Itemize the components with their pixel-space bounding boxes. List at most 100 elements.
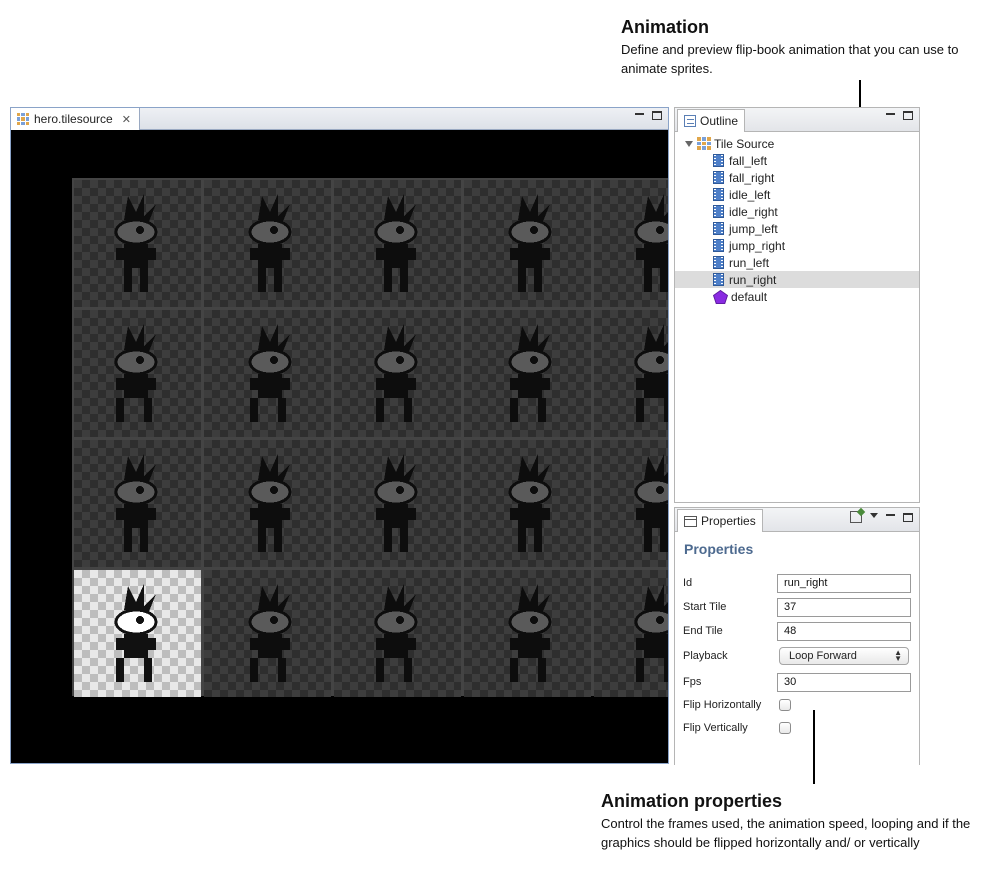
tree-item-jump-left[interactable]: jump_left <box>675 220 919 237</box>
hero-sprite-image <box>374 194 418 292</box>
tilesource-editor: hero.tilesource ✕ <box>10 107 669 764</box>
sprite-tile[interactable] <box>334 570 461 697</box>
tree-item-fall-left[interactable]: fall_left <box>675 152 919 169</box>
hero-sprite-image <box>374 324 418 422</box>
tree-item-label: Tile Source <box>714 136 775 151</box>
sprite-tile[interactable] <box>204 440 331 567</box>
sprite-tile[interactable] <box>594 440 668 567</box>
updown-arrows-icon: ▲ ▼ <box>894 648 902 663</box>
properties-tab-label: Properties <box>701 514 756 528</box>
hero-sprite-image <box>508 584 552 682</box>
tree-item-label: idle_left <box>729 187 771 202</box>
end-tile-field[interactable] <box>777 621 911 641</box>
sprite-tile[interactable] <box>334 440 461 567</box>
sprite-tile[interactable] <box>464 180 591 307</box>
tree-item-label: fall_right <box>729 170 775 185</box>
sprite-tile[interactable] <box>594 310 668 437</box>
animation-icon <box>713 256 724 269</box>
sprite-tile[interactable] <box>464 310 591 437</box>
hero-sprite-image <box>114 194 158 292</box>
tree-item-fall-right[interactable]: fall_right <box>675 169 919 186</box>
hero-sprite-image <box>248 584 292 682</box>
flip-vertically-checkbox[interactable] <box>779 722 791 734</box>
fps-label: Fps <box>683 676 702 688</box>
tree-item-tile-source[interactable]: Tile Source <box>675 135 919 152</box>
sprite-tile[interactable] <box>334 310 461 437</box>
expand-triangle-icon[interactable] <box>685 140 693 147</box>
tree-item-label: default <box>731 289 768 304</box>
sprite-tile[interactable] <box>74 570 201 697</box>
maximize-icon[interactable] <box>903 512 913 522</box>
hero-sprite-image <box>248 324 292 422</box>
animation-callout-title: Animation <box>621 17 709 37</box>
animation-properties-callout-description: Control the frames used, the animation s… <box>601 816 971 850</box>
tree-item-jump-right[interactable]: jump_right <box>675 237 919 254</box>
tree-item-default[interactable]: default <box>675 288 919 305</box>
id-field[interactable] <box>777 573 911 593</box>
animation-icon <box>713 171 724 184</box>
prop-row-fps: Fps <box>683 672 911 692</box>
sprite-tile[interactable] <box>74 180 201 307</box>
properties-heading: Properties <box>684 541 754 557</box>
sprite-tile[interactable] <box>74 440 201 567</box>
tile-canvas[interactable] <box>11 130 668 763</box>
close-icon[interactable]: ✕ <box>122 113 131 126</box>
properties-tabbar: Properties <box>675 508 919 532</box>
tree-item-label: run_left <box>729 255 770 270</box>
tree-item-run-left[interactable]: run_left <box>675 254 919 271</box>
hero-sprite-image <box>114 584 158 682</box>
flip-horizontally-checkbox[interactable] <box>779 699 791 711</box>
animation-icon <box>713 273 724 286</box>
sprite-tile[interactable] <box>594 570 668 697</box>
tilesource-icon <box>17 113 29 125</box>
sprite-tile[interactable] <box>464 570 591 697</box>
animation-properties-callout-title: Animation properties <box>601 791 783 811</box>
prop-row-start-tile: Start Tile <box>683 597 911 617</box>
sprite-tile[interactable] <box>594 180 668 307</box>
tree-item-idle-right[interactable]: idle_right <box>675 203 919 220</box>
tree-item-label: idle_right <box>729 204 778 219</box>
maximize-icon[interactable] <box>652 111 662 120</box>
playback-label: Playback <box>683 650 728 662</box>
end-tile-label: End Tile <box>683 625 723 637</box>
minimize-icon[interactable] <box>635 112 644 115</box>
sprite-tile[interactable] <box>204 570 331 697</box>
sprite-tile[interactable] <box>204 310 331 437</box>
tree-item-run-right[interactable]: run_right <box>675 271 919 288</box>
fps-field[interactable] <box>777 672 911 692</box>
editor-tab[interactable]: hero.tilesource ✕ <box>11 108 140 130</box>
hero-sprite-image <box>634 324 668 422</box>
start-tile-field[interactable] <box>777 597 911 617</box>
outline-tab-label: Outline <box>700 114 739 128</box>
sprite-tile[interactable] <box>334 180 461 307</box>
hero-sprite-image <box>374 584 418 682</box>
hero-sprite-image <box>114 324 158 422</box>
prop-row-id: Id <box>683 573 911 593</box>
sprite-tile[interactable] <box>74 310 201 437</box>
pin-icon[interactable] <box>850 511 862 523</box>
animation-icon <box>713 205 724 218</box>
hero-sprite-image <box>508 194 552 292</box>
hero-sprite-image <box>508 454 552 552</box>
outline-tree: Tile Source fall_left fall_right idle_le… <box>675 132 919 305</box>
outline-tab[interactable]: Outline <box>677 109 746 132</box>
animation-icon <box>713 222 724 235</box>
hero-sprite-image <box>114 454 158 552</box>
minimize-icon[interactable] <box>886 112 895 115</box>
tree-item-idle-left[interactable]: idle_left <box>675 186 919 203</box>
prop-row-playback: Playback Loop Forward ▲ ▼ <box>683 646 911 666</box>
hero-sprite-image <box>634 584 668 682</box>
properties-leader-vertical <box>813 710 815 784</box>
properties-tab[interactable]: Properties <box>677 509 763 532</box>
playback-select[interactable]: Loop Forward ▲ ▼ <box>779 647 909 665</box>
sprite-tile[interactable] <box>204 180 331 307</box>
view-menu-icon[interactable] <box>870 513 878 518</box>
sprite-tile[interactable] <box>464 440 591 567</box>
maximize-icon[interactable] <box>903 111 913 120</box>
tree-item-label: fall_left <box>729 153 768 168</box>
outline-icon <box>684 115 696 127</box>
id-label: Id <box>683 577 693 589</box>
minimize-icon[interactable] <box>886 514 895 516</box>
editor-tab-label: hero.tilesource <box>34 112 113 126</box>
editor-tabbar: hero.tilesource ✕ <box>11 108 668 130</box>
